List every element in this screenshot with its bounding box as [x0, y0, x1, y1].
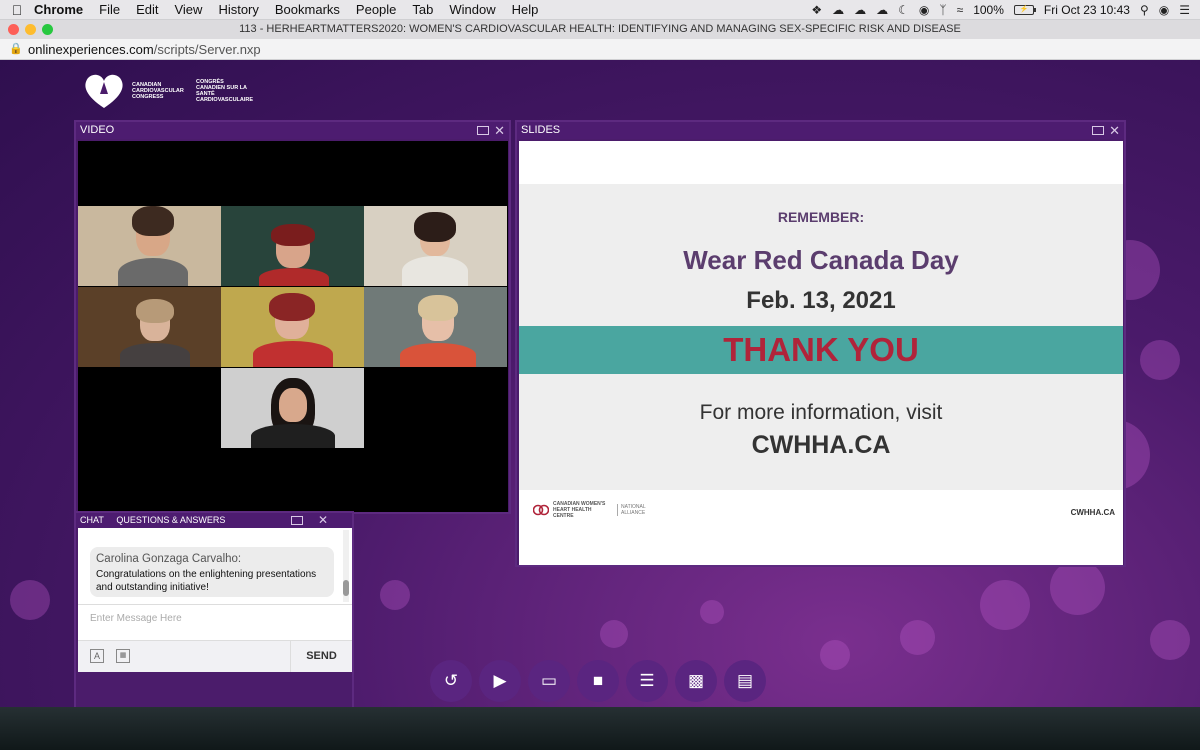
congress-logo: CANADIAN CARDIOVASCULAR CONGRESS CONGRÈS…: [82, 72, 254, 110]
cloud-sync-icon[interactable]: ☁: [854, 3, 866, 17]
participant-tile: [221, 287, 364, 367]
maximize-icon[interactable]: [1092, 126, 1105, 135]
event-stage: CANADIAN CARDIOVASCULAR CONGRESS CONGRÈS…: [0, 60, 1200, 707]
notification-center-icon[interactable]: ☰: [1179, 3, 1190, 17]
close-icon[interactable]: ✕: [494, 122, 505, 139]
slide-thank-you: THANK YOU: [723, 331, 919, 368]
bottom-toolbar: ↺ ▶ ▭ ■ ☰ ▩ ▤: [430, 660, 766, 702]
maximize-icon[interactable]: [477, 126, 490, 135]
menu-app-chrome[interactable]: Chrome: [34, 2, 83, 17]
participant-tile: [78, 287, 221, 367]
slide-more-info: For more information, visit: [699, 401, 943, 424]
menu-file[interactable]: File: [99, 2, 120, 17]
slides-icon[interactable]: ▭: [528, 660, 570, 702]
search-icon[interactable]: ⚲: [1140, 3, 1149, 17]
minimize-window-button[interactable]: [25, 24, 36, 35]
refresh-icon[interactable]: ↺: [430, 660, 472, 702]
video-icon[interactable]: ▶: [479, 660, 521, 702]
participant-tile: [364, 206, 507, 286]
tab-chat[interactable]: CHAT: [80, 515, 104, 525]
participant-tile: [364, 287, 507, 367]
chat-panel: CHAT QUESTIONS & ANSWERS ✕ Carolina Gonz…: [74, 511, 354, 707]
close-icon[interactable]: ✕: [1109, 122, 1120, 139]
agenda-icon[interactable]: ☰: [626, 660, 668, 702]
icloud-icon[interactable]: ☁: [876, 3, 888, 17]
participant-tile: [78, 206, 221, 286]
maximize-icon[interactable]: [290, 516, 303, 525]
menu-bookmarks[interactable]: Bookmarks: [275, 2, 340, 17]
text-format-icon[interactable]: A: [90, 649, 104, 663]
menu-window[interactable]: Window: [449, 2, 495, 17]
cwhha-logo: CANADIAN WOMEN'S HEART HEALTH CENTRE NAT…: [533, 501, 651, 519]
zoom-window-button[interactable]: [42, 24, 53, 35]
chat-message-author: Carolina Gonzaga Carvalho:: [96, 553, 242, 565]
close-window-button[interactable]: [8, 24, 19, 35]
slide-content: REMEMBER: Wear Red Canada Day Feb. 13, 2…: [519, 141, 1123, 565]
background-landscape: [0, 707, 1200, 750]
video-panel-title: VIDEO: [80, 124, 115, 136]
video-panel: VIDEO ✕: [74, 120, 511, 514]
menu-people[interactable]: People: [356, 2, 396, 17]
chat-icon[interactable]: ■: [577, 660, 619, 702]
tab-questions-answers[interactable]: QUESTIONS & ANSWERS: [116, 515, 225, 525]
macos-menubar:  Chrome File Edit View History Bookmark…: [0, 0, 1200, 20]
cwhha-logo-text: CANADIAN WOMEN'S HEART HEALTH CENTRE: [553, 501, 606, 519]
chat-message-list[interactable]: Carolina Gonzaga Carvalho: Congratulatio…: [78, 528, 352, 604]
lock-icon[interactable]: 🔒: [9, 39, 23, 60]
heart-logo-icon: [85, 74, 123, 108]
chat-message-text: Congratulations on the enlightening pres…: [96, 569, 317, 593]
slide-footer-site: CWHHA.CA: [1070, 508, 1115, 517]
scrollbar-thumb[interactable]: [343, 580, 349, 596]
menu-edit[interactable]: Edit: [136, 2, 158, 17]
apple-icon[interactable]: : [0, 2, 34, 18]
moon-icon[interactable]: ☾: [898, 3, 909, 17]
video-panel-header[interactable]: VIDEO ✕: [76, 122, 509, 139]
video-feed[interactable]: [78, 141, 508, 512]
url-path: /scripts/Server.nxp: [153, 42, 261, 57]
slides-panel: SLIDES ✕ REMEMBER: Wear Red Canada Day F…: [515, 120, 1126, 567]
send-button[interactable]: SEND: [290, 641, 352, 672]
logo-french: CONGRÈS CANADIEN SUR LA SANTÉ CARDIOVASC…: [196, 79, 254, 103]
chat-scrollbar[interactable]: [343, 530, 349, 602]
url-text[interactable]: onlinexperiences.com/scripts/Server.nxp: [28, 39, 261, 60]
url-host: onlinexperiences.com: [28, 42, 154, 57]
window-titlebar: 113 - HERHEARTMATTERS2020: WOMEN'S CARDI…: [0, 20, 1200, 39]
wifi-icon[interactable]: ≈: [957, 3, 964, 17]
slide-remember: REMEMBER:: [777, 209, 865, 225]
siri-icon[interactable]: ◉: [1159, 3, 1169, 17]
logo-english: CANADIAN CARDIOVASCULAR CONGRESS: [132, 82, 184, 100]
window-title: 113 - HERHEARTMATTERS2020: WOMEN'S CARDI…: [239, 23, 961, 35]
menu-tab[interactable]: Tab: [412, 2, 433, 17]
vpn-icon[interactable]: ◉: [919, 3, 929, 17]
participant-tile: [221, 368, 364, 448]
battery-percent: 100%: [973, 3, 1004, 17]
address-bar[interactable]: 🔒 onlinexperiences.com/scripts/Server.nx…: [0, 39, 1200, 60]
documents-icon[interactable]: ▤: [724, 660, 766, 702]
menu-view[interactable]: View: [174, 2, 202, 17]
cwhha-logo-alliance: NATIONAL ALLIANCE: [617, 504, 651, 516]
clock[interactable]: Fri Oct 23 10:43: [1044, 3, 1130, 17]
rings-logo-icon: [533, 504, 549, 516]
chat-message-input[interactable]: Enter Message Here: [78, 604, 352, 640]
emoji-grid-icon[interactable]: ▦: [116, 649, 130, 663]
slide-event-title: Wear Red Canada Day: [683, 245, 959, 275]
menu-help[interactable]: Help: [512, 2, 539, 17]
bluetooth-icon[interactable]: ᛉ: [939, 3, 946, 17]
participant-tile: [221, 206, 364, 286]
chat-message: Carolina Gonzaga Carvalho: Congratulatio…: [90, 547, 334, 597]
qa-icon[interactable]: ▩: [675, 660, 717, 702]
slides-panel-title: SLIDES: [521, 124, 561, 136]
menu-history[interactable]: History: [218, 2, 258, 17]
slide-date: Feb. 13, 2021: [746, 287, 896, 314]
battery-icon[interactable]: ⚡: [1013, 5, 1036, 15]
dropbox-icon[interactable]: ❖: [811, 3, 822, 17]
chat-tabs: CHAT QUESTIONS & ANSWERS ✕: [76, 513, 352, 528]
slides-panel-header[interactable]: SLIDES ✕: [517, 122, 1124, 139]
chat-footer: A ▦ SEND: [78, 640, 352, 672]
close-icon[interactable]: ✕: [318, 513, 328, 528]
cloud-upload-icon[interactable]: ☁: [832, 3, 844, 17]
slide-website: CWHHA.CA: [751, 431, 891, 459]
